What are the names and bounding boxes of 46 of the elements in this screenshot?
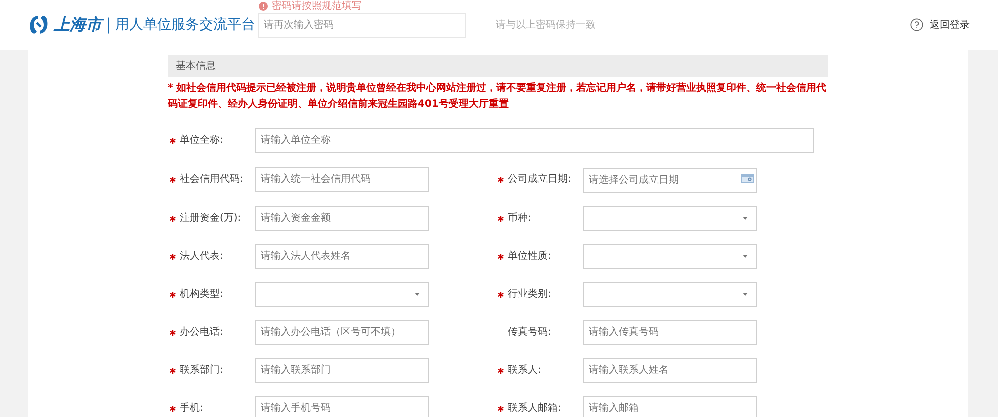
text-field[interactable]: 请输入单位全称: [255, 128, 814, 153]
select-field[interactable]: [583, 206, 757, 231]
field-label: 社会信用代码:: [180, 172, 244, 187]
field-label: 注册资金(万):: [180, 212, 242, 226]
text-field[interactable]: 请输入办公电话（区号可不填）: [255, 320, 429, 345]
text-field[interactable]: 请输入联系部门: [255, 358, 429, 383]
field-label: 传真号码:: [508, 326, 552, 340]
field-label: 行业类别:: [508, 288, 552, 302]
text-field[interactable]: 请输入手机号码: [255, 396, 429, 417]
notice-text: * 如社会信用代码提示已经被注册，说明贵单位曾经在我中心网站注册过，请不要重复注册，若忘记用户名，请带好营业执照复印件、统一社会信用代码证复印件、经办人身份证明、单位介绍信前来冠生园路401号受理大厅重置: [168, 81, 828, 112]
select-field[interactable]: [255, 282, 429, 307]
logo-icon: [28, 14, 50, 36]
field-label: 办公电话:: [180, 326, 224, 340]
logo-divider: |: [106, 14, 112, 36]
field-label: 单位全称:: [180, 134, 224, 148]
field-label: 法人代表:: [180, 250, 224, 264]
help-icon: [910, 18, 924, 32]
text-field[interactable]: 请输入法人代表姓名: [255, 244, 429, 269]
error-message: 密码请按照规范填写: [272, 0, 362, 14]
text-field[interactable]: 请输入联系人姓名: [583, 358, 757, 383]
back-to-login-link[interactable]: 返回登录: [930, 18, 970, 32]
field-label: 公司成立日期:: [508, 172, 572, 187]
field-label: 联系部门:: [180, 364, 224, 378]
field-label: 联系人:: [508, 364, 542, 378]
logo-city: 上海市: [54, 13, 102, 37]
caret-icon: [743, 255, 748, 258]
section-title: 基本信息: [176, 60, 216, 74]
field-label: 联系人邮箱:: [508, 402, 562, 416]
text-field[interactable]: 请输入邮箱: [583, 396, 757, 417]
field-label: 机构类型:: [180, 288, 224, 302]
password-field[interactable]: 请再次输入密码: [258, 13, 466, 38]
select-field[interactable]: [583, 244, 757, 269]
caret-icon: [415, 293, 420, 296]
text-field[interactable]: 请输入统一社会信用代码: [255, 167, 429, 192]
text-field[interactable]: 请输入资金金额: [255, 206, 429, 231]
password-hint: 请与以上密码保持一致: [496, 18, 596, 33]
field-label: 手机:: [180, 402, 204, 416]
caret-icon: [743, 217, 748, 220]
date-field[interactable]: 请选择公司成立日期: [583, 168, 757, 193]
logo-title: 用人单位服务交流平台: [115, 16, 256, 34]
text-field[interactable]: 请输入传真号码: [583, 320, 757, 345]
select-field[interactable]: [583, 282, 757, 307]
caret-icon: [743, 293, 748, 296]
calendar-icon[interactable]: [741, 174, 754, 183]
field-label: 币种:: [508, 212, 532, 226]
field-label: 单位性质:: [508, 250, 552, 264]
